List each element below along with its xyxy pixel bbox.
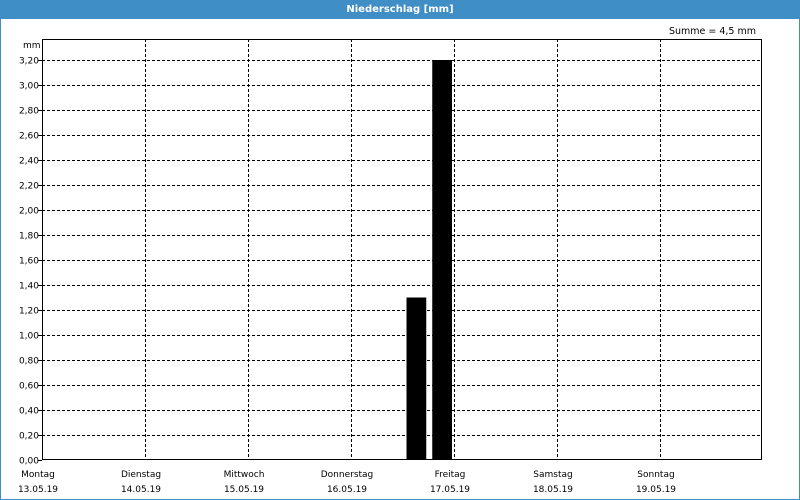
x-tick-day-label: Freitag [435,470,466,480]
y-tick-label: 2,80 [19,107,39,117]
x-tick-day-label: Samstag [533,470,572,480]
x-tick-date-label: 16.05.19 [327,485,367,495]
x-tick-date-label: 15.05.19 [224,485,264,495]
bar [432,60,452,460]
y-tick-label: 2,40 [19,157,39,167]
y-tick-label: 3,00 [19,82,39,92]
x-tick-day-label: Montag [21,470,55,480]
x-tick-day-label: Sonntag [637,470,674,480]
x-tick-date-label: 18.05.19 [533,485,573,495]
y-tick-labels: 0,00 0,20 0,40 0,60 0,80 1,00 1,20 1,40 1,60 1,80… [19,57,42,467]
y-tick-label: 1,00 [19,332,39,342]
plot-area [42,39,762,460]
x-tick-date-label: 14.05.19 [121,485,161,495]
y-tick-label: 0,40 [19,407,39,417]
x-tick-date-label: 17.05.19 [430,485,470,495]
grid [42,39,762,460]
x-tick-date-label: 19.05.19 [636,485,676,495]
y-tick-label: 0,80 [19,357,39,367]
y-tick-label: 1,80 [19,232,39,242]
y-tick-label: 0,00 [19,457,39,467]
x-tick-date-label: 13.05.19 [18,485,58,495]
y-tick-label: 1,20 [19,307,39,317]
y-tick-label: 0,60 [19,382,39,392]
x-tick-day-label: Dienstag [121,470,161,480]
y-tick-label: 1,60 [19,257,39,267]
y-tick-label: 2,60 [19,132,39,142]
y-axis-unit-label: mm [23,41,41,51]
bar [406,297,427,460]
y-tick-label: 1,40 [19,282,39,292]
y-tick-label: 2,20 [19,182,39,192]
precipitation-chart: mm 0,00 0,20 0,40 0,60 0,80 1,00 1,20 1,40 1,60 1… [18,39,762,495]
x-tick-labels: Montag 13.05.19 Dienstag 14.05.19 Mittwoch 15… [18,470,676,495]
x-tick-day-label: Mittwoch [224,470,265,480]
x-tick-day-label: Donnerstag [321,470,374,480]
plot-border [42,39,762,460]
y-tick-label: 2,00 [19,207,39,217]
y-tick-label: 0,20 [19,432,39,442]
y-tick-label: 3,20 [19,57,39,67]
